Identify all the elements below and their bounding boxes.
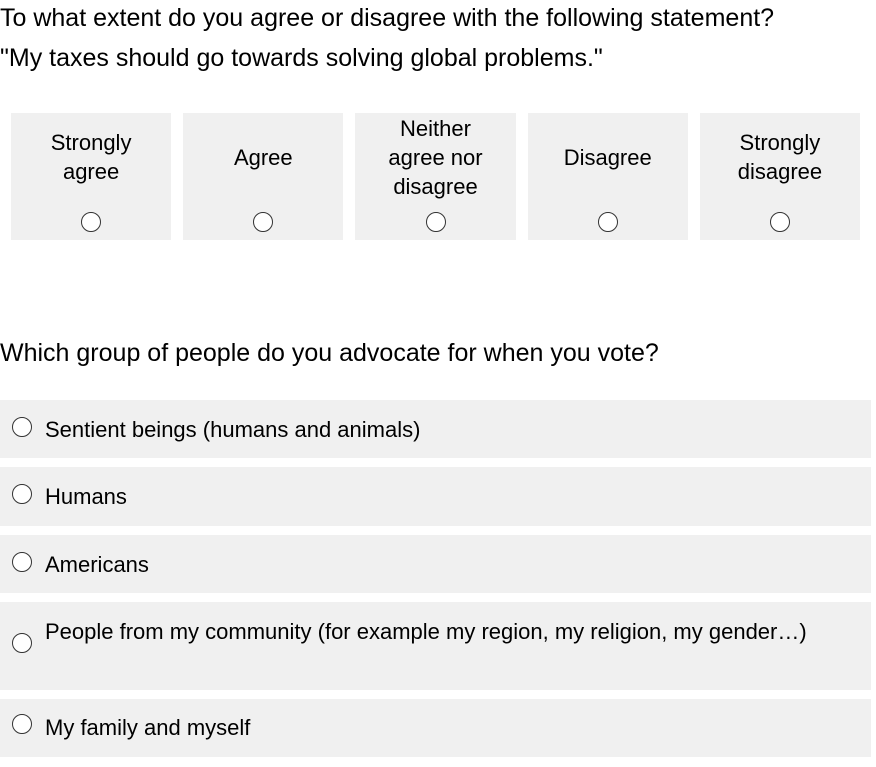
- question-1-text: To what extent do you agree or disagree …: [0, 4, 775, 72]
- radio-button[interactable]: [12, 714, 32, 734]
- choice-option-community[interactable]: People from my community (for example my…: [0, 602, 871, 690]
- choice-option-sentient-beings[interactable]: Sentient beings (humans and animals): [0, 400, 871, 458]
- question-2-text: Which group of people do you advocate fo…: [0, 339, 659, 367]
- likert-option-label: Neither agree nor disagree: [388, 115, 483, 199]
- choice-option-label: People from my community (for example my…: [45, 619, 807, 644]
- choice-option-family[interactable]: My family and myself: [0, 699, 871, 757]
- choice-option-label: Humans: [45, 484, 127, 509]
- likert-option-disagree[interactable]: Disagree: [527, 113, 688, 240]
- likert-option-label: Strongly disagree: [737, 130, 823, 184]
- likert-option-neither[interactable]: Neither agree nor disagree: [355, 113, 516, 240]
- radio-button[interactable]: [425, 212, 446, 232]
- radio-button[interactable]: [769, 212, 790, 232]
- radio-button[interactable]: [12, 633, 32, 653]
- radio-button[interactable]: [597, 212, 618, 232]
- radio-button[interactable]: [12, 552, 32, 572]
- likert-option-label: Strongly agree: [50, 130, 132, 184]
- likert-option-label: Agree: [233, 144, 293, 170]
- choice-option-label: Sentient beings (humans and animals): [45, 417, 421, 442]
- likert-option-strongly-agree[interactable]: Strongly agree: [11, 113, 172, 240]
- choice-option-humans[interactable]: Humans: [0, 467, 871, 526]
- likert-option-strongly-disagree[interactable]: Strongly disagree: [699, 113, 861, 240]
- likert-scale: Strongly agree Agree Neither agree nor d…: [11, 113, 861, 240]
- radio-button[interactable]: [12, 417, 32, 437]
- likert-option-label: Disagree: [563, 144, 652, 170]
- radio-button[interactable]: [81, 212, 102, 232]
- choice-option-americans[interactable]: Americans: [0, 535, 871, 593]
- radio-button[interactable]: [12, 484, 32, 504]
- radio-button[interactable]: [253, 212, 274, 232]
- choice-option-label: Americans: [45, 552, 149, 577]
- choice-option-label: My family and myself: [45, 715, 251, 740]
- likert-option-agree[interactable]: Agree: [183, 113, 344, 240]
